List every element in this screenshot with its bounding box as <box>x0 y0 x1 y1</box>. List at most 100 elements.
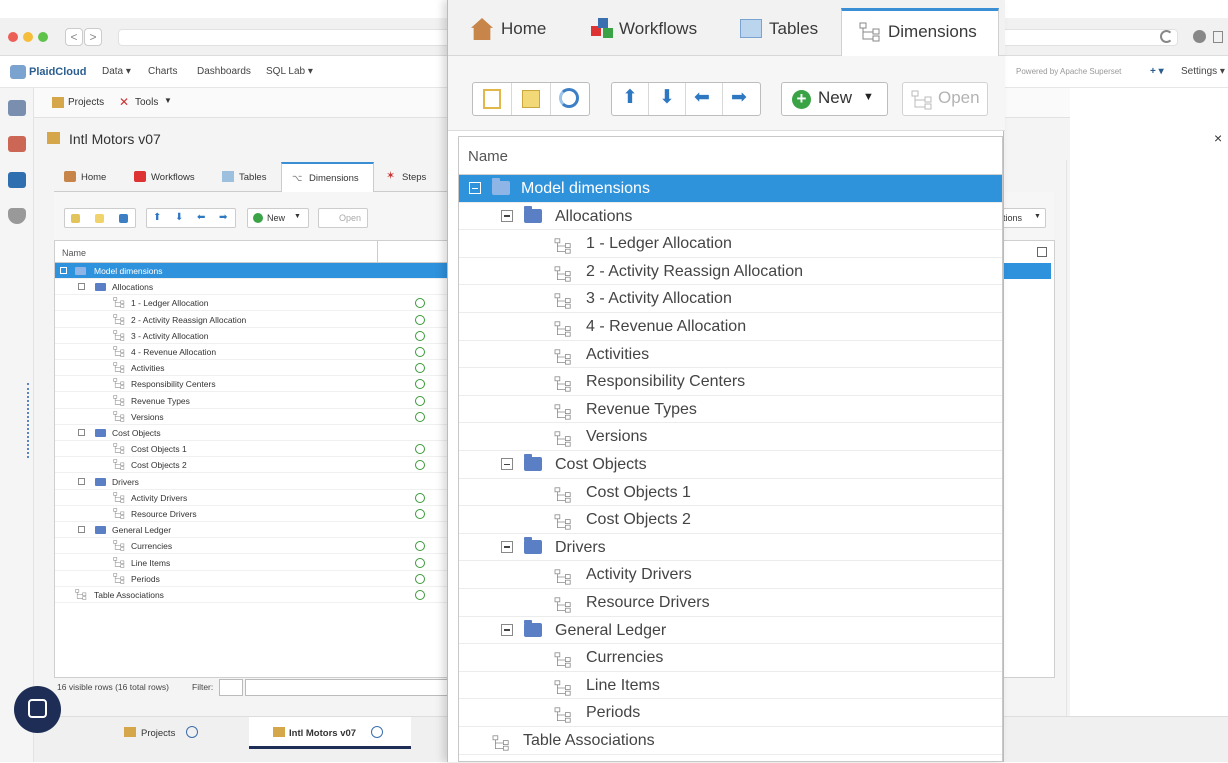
filter-icon[interactable] <box>219 679 243 696</box>
bg-table-row[interactable]: Cost Objects <box>55 425 453 441</box>
tools-dropdown-icon[interactable]: ▼ <box>164 96 172 105</box>
bg-new-button[interactable]: New ▼ <box>247 208 309 228</box>
tree-row[interactable]: Line Items <box>459 672 1002 700</box>
bg-table-row[interactable]: Model dimensions <box>55 263 453 279</box>
tree-row[interactable]: Revenue Types <box>459 396 1002 424</box>
bottom-tab-active[interactable]: Intl Motors v07 <box>249 717 411 749</box>
tab-tables[interactable]: Tables <box>736 8 836 56</box>
splitter[interactable] <box>1066 160 1072 720</box>
move-left-icon[interactable]: ⬅ <box>197 212 205 223</box>
bg-tab-steps[interactable]: Steps <box>402 172 426 183</box>
tree-row[interactable]: Cost Objects 1 <box>459 479 1002 507</box>
add-menu-button[interactable]: + ▾ <box>1150 66 1164 77</box>
tree-row[interactable]: Activities <box>459 341 1002 369</box>
tree-row[interactable]: 3 - Activity Allocation <box>459 285 1002 313</box>
add-dimension-icon[interactable] <box>415 411 425 422</box>
bg-table-row[interactable]: 1 - Ledger Allocation <box>55 295 453 312</box>
shield-icon[interactable] <box>8 208 26 224</box>
bg-collapse-icon[interactable] <box>78 477 85 485</box>
column-chooser-icon[interactable] <box>1037 247 1047 257</box>
add-dimension-icon[interactable] <box>415 298 425 309</box>
options-dropdown[interactable]: tions ▼ <box>999 208 1046 228</box>
collapse-toggle-icon[interactable] <box>501 623 513 636</box>
name-column-header[interactable]: Name <box>468 137 508 177</box>
analytics-icon[interactable] <box>8 136 26 152</box>
bg-arrow-buttons[interactable]: ⬆ ⬇ ⬅ ➡ <box>146 208 236 228</box>
bg-collapse-icon[interactable] <box>60 267 67 274</box>
forward-button[interactable]: > <box>84 28 102 46</box>
bg-table-row[interactable]: 3 - Activity Allocation <box>55 328 453 344</box>
tab-dimensions[interactable]: Dimensions <box>841 8 999 56</box>
add-dimension-icon[interactable] <box>415 557 425 568</box>
add-dimension-icon[interactable] <box>415 573 425 584</box>
nav-dashboards[interactable]: Dashboards <box>197 66 251 77</box>
collapse-toggle-icon[interactable] <box>501 540 513 553</box>
tree-row[interactable]: 4 - Revenue Allocation <box>459 313 1002 341</box>
bg-tab-workflows[interactable]: Workflows <box>151 172 195 183</box>
tree-row[interactable]: General Ledger <box>459 617 1002 645</box>
bg-table-row[interactable]: Periods <box>55 571 453 587</box>
tab-home[interactable]: Home <box>466 8 576 56</box>
tree-row[interactable]: Model dimensions <box>459 175 1002 203</box>
back-button[interactable]: < <box>65 28 83 46</box>
bg-tab-home[interactable]: Home <box>81 172 106 183</box>
bg-table-row[interactable]: Activities <box>55 360 453 377</box>
bg-tab-dimensions-active[interactable]: ⌥ Dimensions <box>281 162 374 192</box>
tree-row[interactable]: Cost Objects 2 <box>459 506 1002 534</box>
collapse-toggle-icon[interactable] <box>469 182 481 194</box>
add-dimension-icon[interactable] <box>415 460 425 471</box>
bg-table-row[interactable]: General Ledger <box>55 522 453 539</box>
add-dimension-icon[interactable] <box>415 541 425 552</box>
chat-launcher-button[interactable] <box>14 686 61 733</box>
add-dimension-icon[interactable] <box>415 363 425 374</box>
tab-workflows[interactable]: Workflows <box>586 8 716 56</box>
tree-row[interactable]: Resource Drivers <box>459 589 1002 617</box>
note-button[interactable] <box>512 83 551 115</box>
bottom-tab-projects[interactable]: Projects <box>141 728 175 739</box>
minimize-window-icon[interactable] <box>23 32 33 42</box>
bg-table-row[interactable]: Resource Drivers <box>55 506 453 522</box>
sidebar-toggle-icon[interactable] <box>1213 31 1223 43</box>
tools-menu[interactable]: Tools <box>135 97 158 108</box>
note-icon[interactable] <box>95 214 104 223</box>
projects-button[interactable]: Projects <box>68 97 104 108</box>
bg-collapse-icon[interactable] <box>78 283 85 291</box>
tree-row[interactable]: Table Associations <box>459 727 1002 755</box>
bg-collapse-icon[interactable] <box>78 429 85 436</box>
move-down-button[interactable]: ⬇ <box>649 83 686 115</box>
bg-table-row[interactable]: 4 - Revenue Allocation <box>55 344 453 360</box>
collapse-toggle-icon[interactable] <box>501 458 513 470</box>
tree-row[interactable]: Periods <box>459 699 1002 727</box>
move-up-button[interactable]: ⬆ <box>612 83 649 115</box>
reload-icon[interactable] <box>1160 30 1173 43</box>
add-dimension-icon[interactable] <box>415 444 425 455</box>
close-tab-icon[interactable] <box>186 726 198 738</box>
bg-collapse-icon[interactable] <box>78 526 85 534</box>
add-dimension-icon[interactable] <box>415 330 425 341</box>
close-window-icon[interactable] <box>8 32 18 42</box>
collapse-toggle-icon[interactable] <box>501 209 513 222</box>
tree-row[interactable]: Activity Drivers <box>459 561 1002 589</box>
tree-row[interactable]: Currencies <box>459 644 1002 672</box>
bg-open-button[interactable]: Open <box>318 208 368 228</box>
add-dimension-icon[interactable] <box>415 314 425 325</box>
refresh-button[interactable] <box>551 83 589 115</box>
bg-table-row[interactable]: Activity Drivers <box>55 490 453 506</box>
bg-table-row[interactable]: 2 - Activity Reassign Allocation <box>55 312 453 328</box>
resize-handle[interactable] <box>27 383 30 458</box>
open-button[interactable]: Open <box>902 82 988 116</box>
bg-table-row[interactable]: Table Associations <box>55 587 453 603</box>
bg-tab-tables[interactable]: Tables <box>239 172 266 183</box>
tree-row[interactable]: Versions <box>459 423 1002 451</box>
add-dimension-icon[interactable] <box>415 395 425 406</box>
close-model-tab-icon[interactable] <box>371 726 383 738</box>
tree-row[interactable]: Allocations <box>459 203 1002 231</box>
add-dimension-icon[interactable] <box>415 379 425 390</box>
bg-table-row[interactable]: Currencies <box>55 538 453 555</box>
bg-table-row[interactable]: Drivers <box>55 474 453 490</box>
tree-row[interactable]: Cost Objects <box>459 451 1002 479</box>
move-down-icon[interactable]: ⬇ <box>175 212 183 223</box>
nav-charts[interactable]: Charts <box>148 66 177 77</box>
column-divider[interactable] <box>377 241 378 263</box>
move-right-icon[interactable]: ➡ <box>219 212 227 223</box>
